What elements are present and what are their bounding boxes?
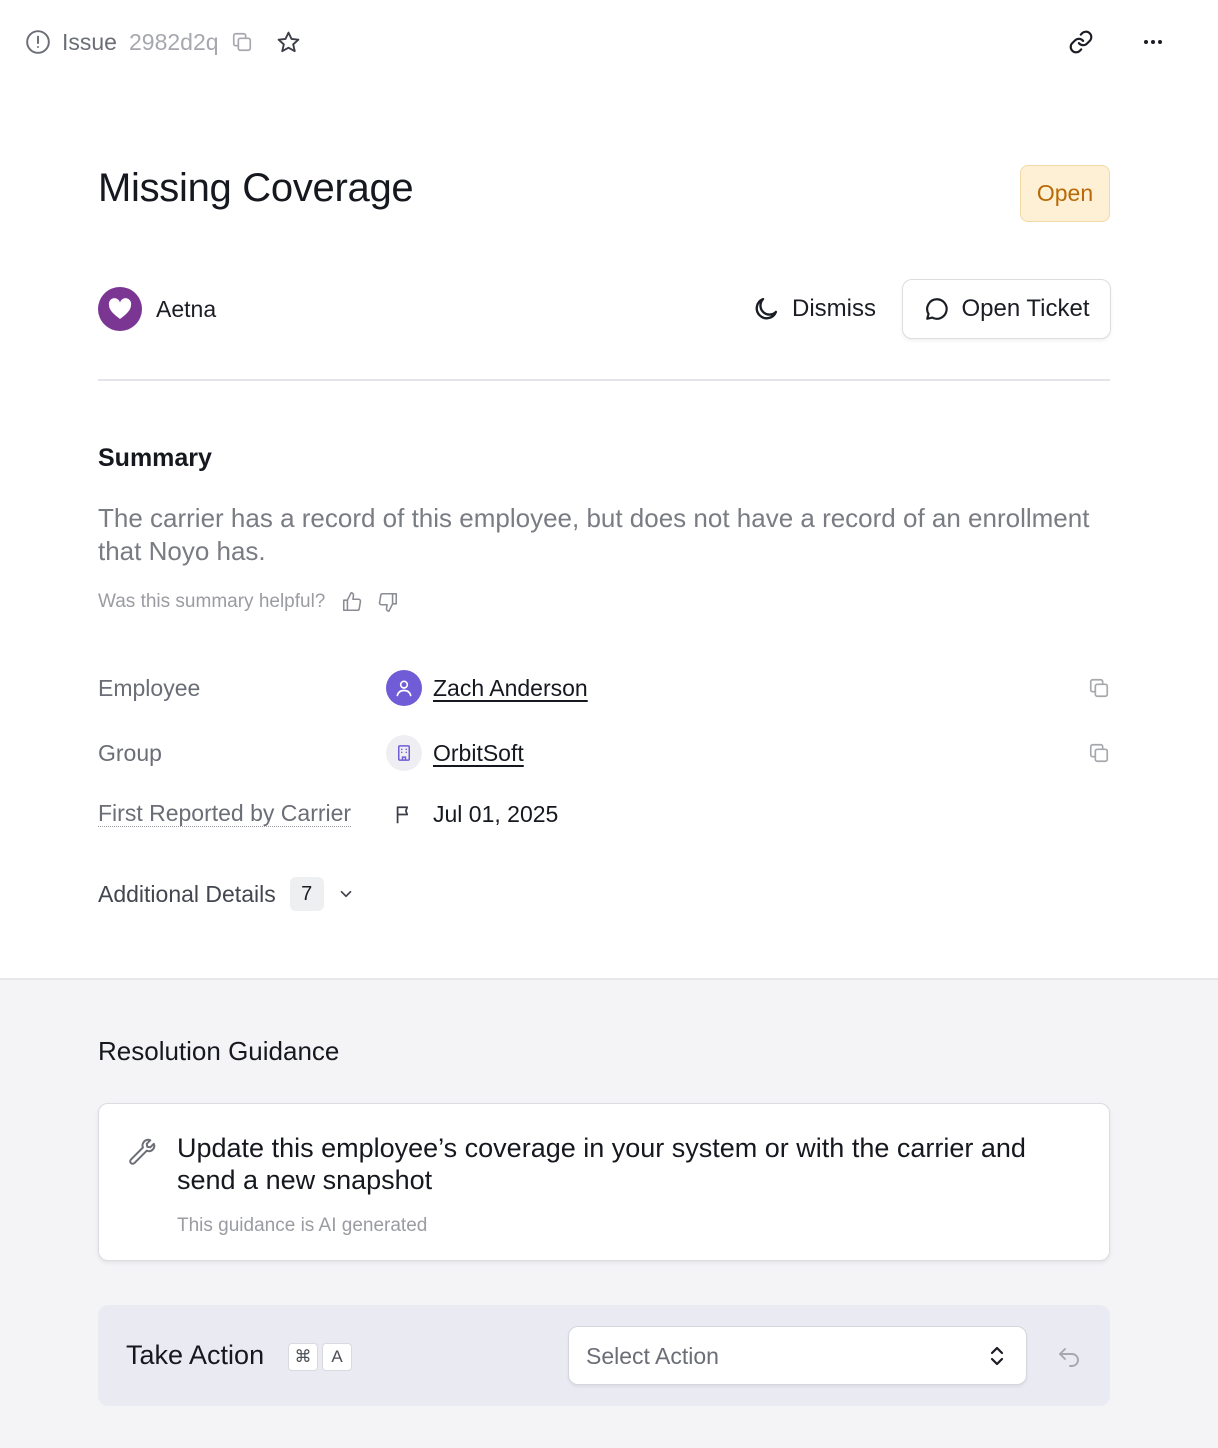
carrier-name: Aetna xyxy=(156,295,217,322)
status-badge: Open xyxy=(1020,165,1110,222)
first-reported-label[interactable]: First Reported by Carrier xyxy=(98,800,352,827)
dismiss-button[interactable]: Dismiss xyxy=(750,286,876,332)
additional-details-label: Additional Details xyxy=(98,880,276,907)
shortcut-key-cmd: ⌘ xyxy=(288,1343,318,1371)
more-icon[interactable] xyxy=(1136,25,1170,59)
chevron-up-down-icon xyxy=(984,1342,1010,1370)
summary-feedback: Was this summary helpful? xyxy=(98,586,403,618)
user-icon xyxy=(386,670,422,706)
open-ticket-label: Open Ticket xyxy=(961,295,1090,322)
additional-details-count: 7 xyxy=(289,877,324,911)
copy-group-icon[interactable] xyxy=(1086,740,1112,766)
wrench-icon xyxy=(127,1136,157,1166)
ai-generated-note: This guidance is AI generated xyxy=(177,1215,428,1236)
employee-link[interactable]: Zach Anderson xyxy=(433,675,588,702)
issue-header: Issue 2982d2q xyxy=(24,22,303,62)
first-reported-date: Jul 01, 2025 xyxy=(433,801,559,827)
resolution-heading: Resolution Guidance xyxy=(98,1036,340,1066)
building-icon xyxy=(386,735,422,771)
select-action-dropdown[interactable]: Select Action xyxy=(568,1326,1027,1385)
chevron-down-icon xyxy=(332,880,360,908)
carrier-logo xyxy=(98,287,142,331)
alert-circle-icon xyxy=(24,28,52,56)
star-icon[interactable] xyxy=(275,28,303,56)
open-ticket-button[interactable]: Open Ticket xyxy=(902,279,1111,339)
select-action-placeholder: Select Action xyxy=(586,1343,719,1369)
divider xyxy=(98,379,1110,381)
helpful-prompt: Was this summary helpful? xyxy=(98,591,326,612)
dismiss-label: Dismiss xyxy=(792,295,876,322)
top-bar: Issue 2982d2q xyxy=(0,0,1218,84)
group-link[interactable]: OrbitSoft xyxy=(433,740,524,767)
thumbs-up-icon[interactable] xyxy=(337,587,367,617)
summary-heading: Summary xyxy=(98,444,212,472)
take-action-label: Take Action xyxy=(126,1340,265,1370)
shortcut-key-a: A xyxy=(322,1343,352,1371)
take-action-bar: Take Action ⌘ A Select Action xyxy=(98,1305,1110,1406)
carrier: Aetna xyxy=(98,287,216,331)
copy-id-icon[interactable] xyxy=(229,29,255,55)
issue-type-label: Issue xyxy=(62,28,117,55)
chat-icon xyxy=(923,295,951,323)
summary-text: The carrier has a record of this employe… xyxy=(98,503,1090,566)
flag-icon xyxy=(386,797,422,833)
issue-title: Missing Coverage xyxy=(98,166,414,210)
guidance-card: Update this employee’s coverage in your … xyxy=(98,1103,1110,1261)
group-label: Group xyxy=(98,740,162,766)
issue-id: 2982d2q xyxy=(128,28,219,55)
link-icon[interactable] xyxy=(1064,25,1098,59)
guidance-text: Update this employee’s coverage in your … xyxy=(177,1133,1026,1195)
thumbs-down-icon[interactable] xyxy=(373,587,403,617)
copy-employee-icon[interactable] xyxy=(1086,675,1112,701)
moon-icon xyxy=(750,293,782,325)
heart-icon xyxy=(108,298,132,319)
additional-details-toggle[interactable]: Additional Details 7 xyxy=(98,876,360,912)
employee-label: Employee xyxy=(98,675,201,701)
undo-icon[interactable] xyxy=(1054,1341,1084,1371)
